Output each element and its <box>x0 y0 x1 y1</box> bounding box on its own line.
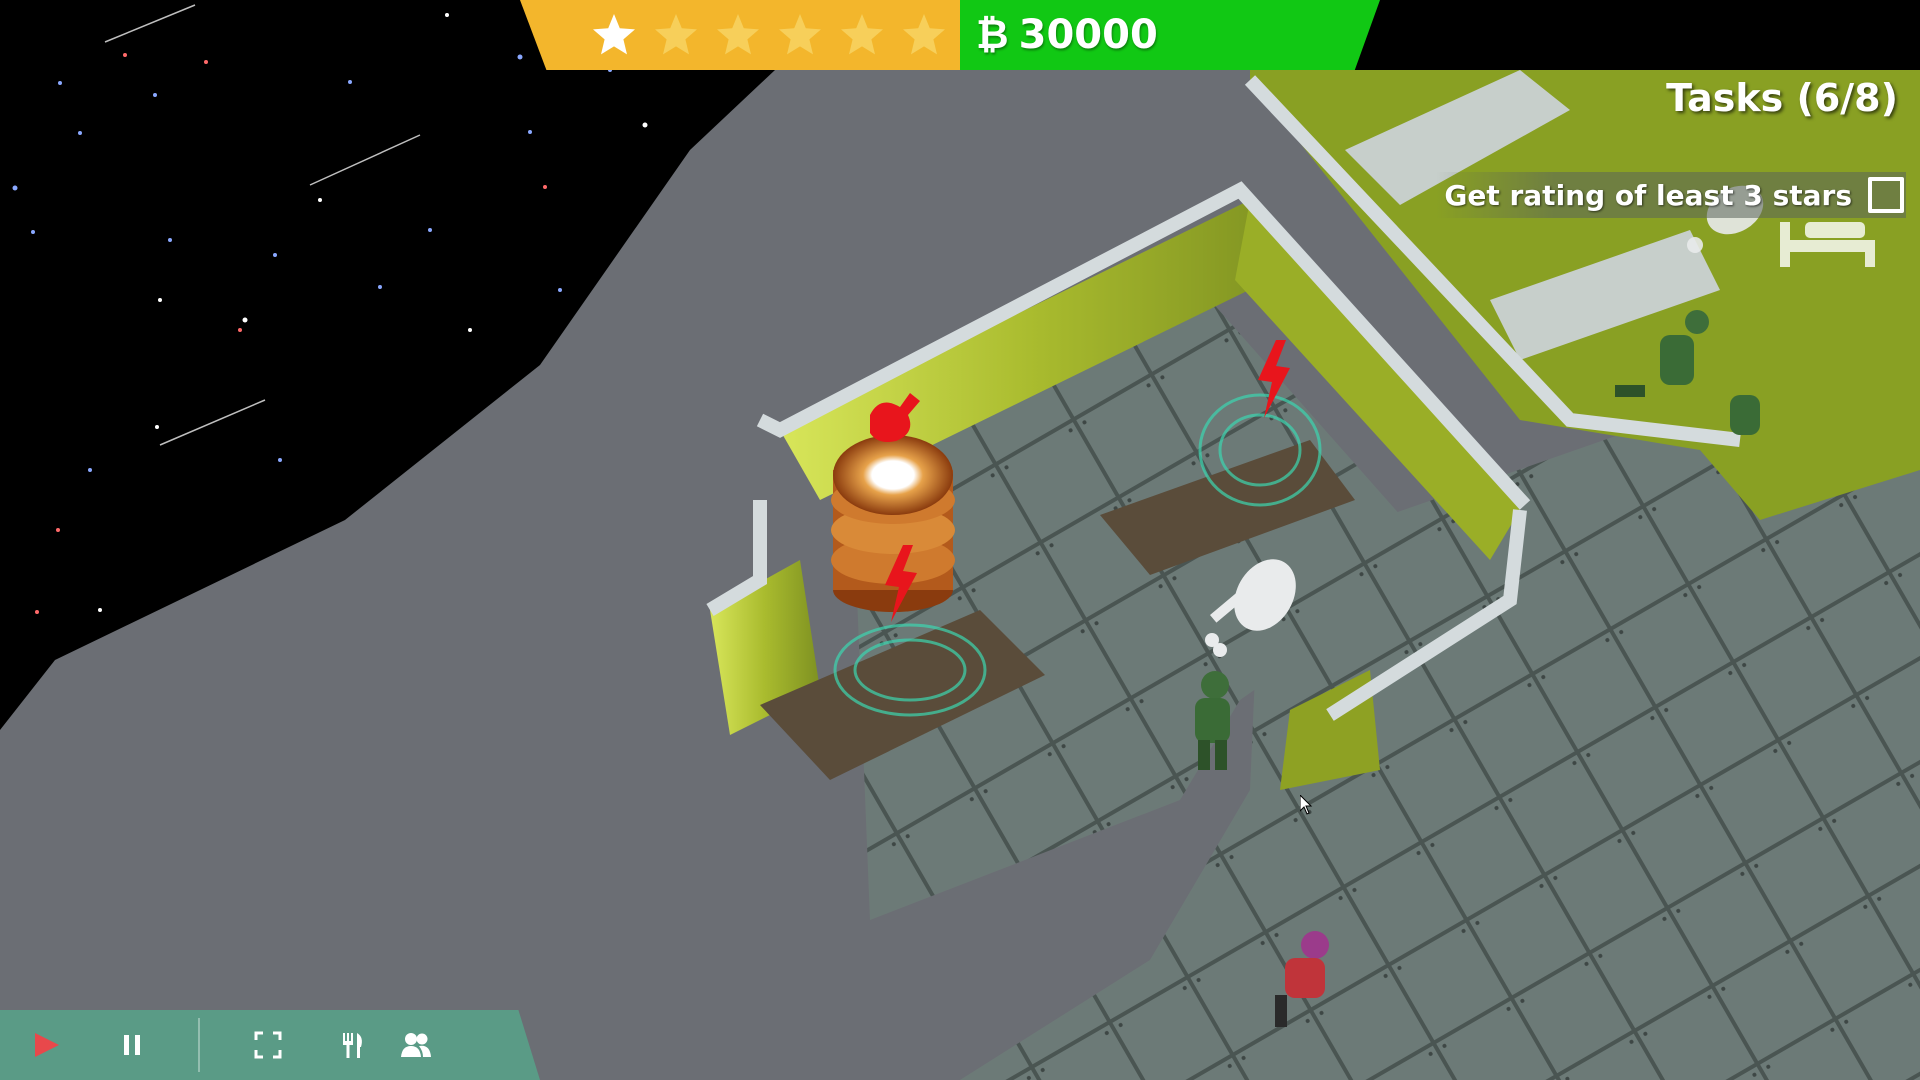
money-value: 30000 <box>1018 12 1158 58</box>
pause-icon <box>124 1035 140 1055</box>
task-item: Get rating of least 3 stars <box>1436 172 1906 218</box>
star-icon <box>903 14 945 55</box>
people-icon <box>401 1033 431 1057</box>
game-viewport[interactable] <box>0 0 1920 1080</box>
money-panel: ₿ 30000 <box>960 0 1380 70</box>
food-button[interactable] <box>332 1025 372 1065</box>
crew-button[interactable] <box>396 1025 436 1065</box>
toolbar-divider <box>198 1018 200 1072</box>
fullscreen-icon <box>254 1031 282 1059</box>
star-icon <box>841 14 883 55</box>
mouse-cursor <box>1300 795 1313 815</box>
star-icon <box>717 14 759 55</box>
task-checkbox[interactable] <box>1868 177 1904 213</box>
play-button[interactable] <box>26 1025 66 1065</box>
play-icon <box>35 1033 59 1057</box>
currency-icon: ₿ <box>976 12 1009 58</box>
tasks-title: Tasks (6/8) <box>1666 76 1898 120</box>
pause-button[interactable] <box>112 1025 152 1065</box>
task-label: Get rating of least 3 stars <box>1444 178 1852 212</box>
star-icon <box>593 14 635 55</box>
star-icon <box>655 14 697 55</box>
star-icon <box>779 14 821 55</box>
fullscreen-button[interactable] <box>248 1025 288 1065</box>
crew-member-dorm-2 <box>1730 395 1760 435</box>
fork-knife-icon <box>343 1033 362 1058</box>
rating-panel <box>520 0 960 70</box>
